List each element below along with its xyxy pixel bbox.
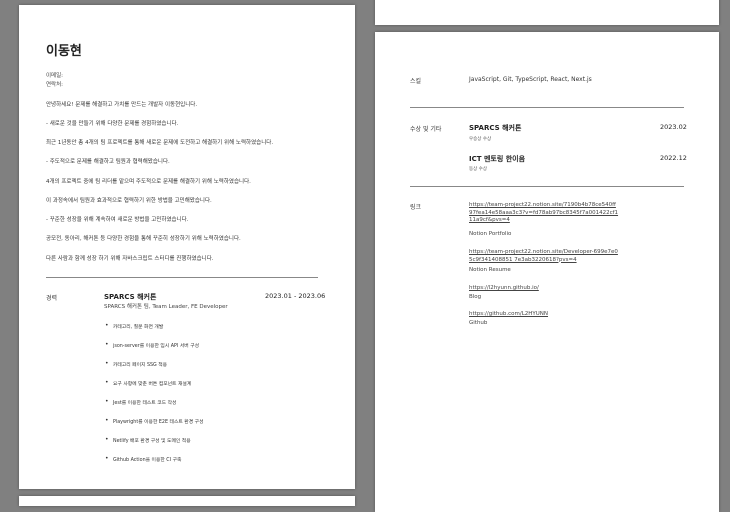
resume-name: 이동현 (46, 44, 82, 59)
link-notion-portfolio[interactable]: https://team-project22.notion.site/7190b… (469, 202, 619, 225)
award-sub: 우승상 수상 (469, 137, 492, 142)
resume-page-1: 이동현 이메일: 연락처: 안녕하세요! 문제를 해결하고 가치를 만드는 개발… (19, 5, 355, 489)
links-label: 링크 (410, 204, 422, 211)
intro-line: - 꾸준한 성장을 위해 계속하여 새로운 방법을 고민하였습니다. (46, 217, 189, 223)
section-divider (410, 186, 684, 187)
award-sub: 동상 수상 (469, 167, 487, 172)
resume-page-2: 스킬 JavaScript, Git, TypeScript, React, N… (375, 32, 719, 512)
intro-line: 다른 사람과 함께 성장 하기 위해 자바스크립트 스터디를 진행하였습니다. (46, 256, 214, 262)
intro-line: 공모전, 동아리, 해커톤 등 다양한 경험을 통해 꾸준히 성장하기 위해 노… (46, 236, 241, 242)
resume-page-3-edge (19, 496, 355, 506)
career-period: 2023.01 - 2023.06 (265, 292, 326, 300)
intro-line: 4개의 프로젝트 중에 팀 리더를 맡으며 주도적으로 문제를 해결하기 위해 … (46, 179, 251, 185)
link-notion-resume[interactable]: https://team-project22.notion.site/Devel… (469, 249, 619, 264)
career-bullet: Jest를 이용한 테스트 코드 작성 (105, 398, 176, 406)
skills-label: 스킬 (410, 78, 422, 85)
career-bullet: Github Action을 이용한 CI 구축 (105, 455, 181, 463)
skills-value: JavaScript, Git, TypeScript, React, Next… (469, 76, 592, 83)
email-label: 이메일: (46, 73, 64, 79)
career-bullet: 요구 사항에 맞춘 버튼 컴포넌트 재설계 (105, 379, 191, 387)
awards-label: 수상 및 기타 (410, 126, 442, 133)
career-label: 경력 (46, 295, 58, 302)
career-title: SPARCS 해커톤 (104, 293, 157, 301)
award-date: 2022.12 (660, 154, 687, 162)
intro-line: 이 과정속에서 팀원과 효과적으로 협력하기 위한 방법을 고민해왔습니다. (46, 198, 212, 204)
career-bullet: 카테고리 페이지 SSG 적용 (105, 360, 167, 368)
intro-line: 안녕하세요! 문제를 해결하고 가치를 만드는 개발자 이동현입니다. (46, 102, 198, 108)
award-title: SPARCS 해커톤 (469, 124, 522, 132)
career-bullet: 카테고리, 질문 화면 개발 (105, 322, 163, 330)
career-bullet: Playwright를 이용한 E2E 테스트 환경 구성 (105, 417, 204, 425)
resume-page-prev-edge (375, 0, 719, 25)
career-bullet: json-server를 이용한 임시 API 서버 구성 (105, 341, 199, 349)
award-date: 2023.02 (660, 123, 687, 131)
link-desc: Blog (469, 294, 482, 300)
intro-line: 최근 1년동안 총 4개의 팀 프로젝트를 통해 새로운 문제에 도전하고 해결… (46, 140, 274, 146)
career-subtitle: SPARCS 해커톤 팀, Team Leader, FE Developer (104, 304, 228, 310)
intro-line: - 새로운 것을 만들기 위해 다양한 문제를 경험하였습니다. (46, 121, 179, 127)
section-divider (410, 107, 684, 108)
link-github[interactable]: https://github.com/L2HYUNN (469, 311, 719, 319)
link-desc: Notion Resume (469, 267, 511, 273)
intro-line: - 주도적으로 문제를 해결하고 팀원과 협력해왔습니다. (46, 159, 170, 165)
award-title: ICT 멘토링 한이음 (469, 155, 526, 163)
phone-label: 연락처: (46, 82, 64, 88)
link-blog[interactable]: https://l2hyunn.github.io/ (469, 285, 719, 293)
link-desc: Notion Portfolio (469, 231, 512, 237)
section-divider (46, 277, 318, 278)
career-bullet: Netlify 배포 환경 구성 및 도메인 적용 (105, 436, 191, 444)
link-desc: Github (469, 320, 488, 326)
